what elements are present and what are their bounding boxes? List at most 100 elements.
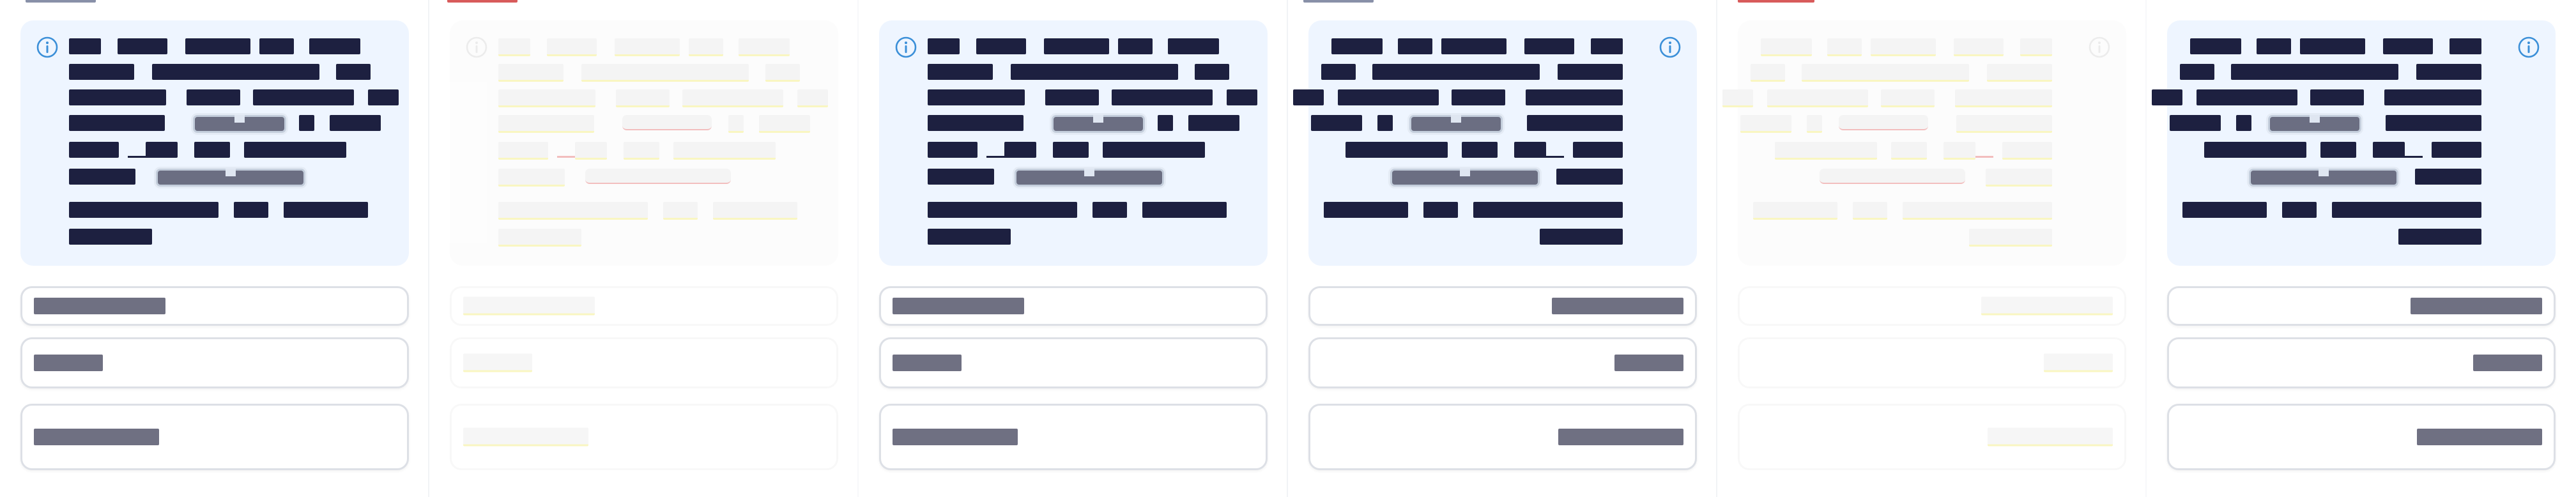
redacted-text-block <box>253 89 354 105</box>
redacted-option-label <box>34 298 165 314</box>
info-circle-icon[interactable] <box>1659 36 1682 59</box>
redacted-text-block <box>673 142 776 160</box>
redacted-text-block <box>330 115 381 131</box>
redacted-text-block <box>1807 115 1822 133</box>
chip-notch <box>234 115 245 123</box>
redacted-inline-chip[interactable] <box>1820 169 1965 184</box>
option-row-1[interactable] <box>1308 286 1697 326</box>
redacted-option-label <box>1614 355 1683 371</box>
redacted-inline-chip[interactable] <box>193 115 286 133</box>
message-card[interactable] <box>1722 20 2126 266</box>
redacted-inline-chip[interactable] <box>1409 115 1503 133</box>
redacted-text-block <box>2416 64 2481 80</box>
redacted-text-block <box>1142 202 1227 218</box>
option-row-2[interactable] <box>879 337 1268 388</box>
redacted-text-block <box>185 38 250 54</box>
option-row-1[interactable] <box>1738 286 2126 326</box>
option-row-1[interactable] <box>20 286 409 326</box>
info-circle-icon[interactable] <box>2088 36 2111 59</box>
redacted-text-block <box>1338 89 1439 105</box>
redacted-text-block <box>2282 202 2317 218</box>
option-row-3[interactable] <box>1738 404 2126 470</box>
message-card[interactable] <box>20 20 409 266</box>
redacted-option-label <box>34 429 159 445</box>
info-circle-icon[interactable] <box>465 36 488 59</box>
panel-column <box>429 0 859 497</box>
message-card[interactable] <box>879 20 1268 266</box>
redacted-option-label <box>2044 353 2113 372</box>
redacted-text-block <box>1943 142 1975 160</box>
panel-column <box>1288 0 1717 497</box>
option-row-3[interactable] <box>20 404 409 470</box>
option-row-3[interactable] <box>879 404 1268 470</box>
redacted-text-block <box>1881 89 1935 107</box>
redacted-text-block <box>689 38 723 56</box>
redacted-text-block <box>2257 38 2291 54</box>
option-row-1[interactable] <box>2167 286 2556 326</box>
redacted-text-block <box>624 142 659 160</box>
redacted-inline-chip[interactable] <box>1390 169 1540 187</box>
redacted-text-block <box>1891 142 1927 160</box>
redacted-text-block <box>1195 64 1229 80</box>
chip-notch <box>226 169 236 176</box>
option-row-2[interactable] <box>1738 337 2126 388</box>
redacted-text-block <box>928 169 994 185</box>
option-row-2[interactable] <box>20 337 409 388</box>
message-card[interactable] <box>450 20 838 266</box>
redacted-underline <box>986 156 1006 158</box>
info-circle-icon[interactable] <box>36 36 59 59</box>
redacted-text-block <box>2002 142 2052 160</box>
redacted-text-block <box>1311 115 1362 131</box>
option-row-3[interactable] <box>1308 404 1697 470</box>
redacted-text-block <box>299 115 314 131</box>
redacted-text-block <box>1346 142 1448 158</box>
redacted-text-block <box>146 142 178 158</box>
redacted-text-block <box>2231 64 2398 80</box>
redacted-option-label <box>893 429 1018 445</box>
option-row-3[interactable] <box>450 404 838 470</box>
redacted-text-block <box>2182 202 2267 218</box>
redacted-text-block <box>368 89 399 105</box>
redacted-text-block <box>1441 38 1506 54</box>
redacted-text-block <box>581 64 749 82</box>
redacted-text-block <box>187 89 240 105</box>
option-row-1[interactable] <box>450 286 838 326</box>
redacted-text-block <box>682 89 783 107</box>
message-card[interactable] <box>2152 20 2556 266</box>
redacted-text-block <box>498 142 548 160</box>
redacted-inline-chip[interactable] <box>585 169 731 184</box>
option-row-1[interactable] <box>879 286 1268 326</box>
redacted-text-block <box>1954 38 2004 56</box>
message-card[interactable] <box>1293 20 1697 266</box>
redacted-inline-chip[interactable] <box>2268 115 2361 133</box>
option-row-2[interactable] <box>450 337 838 388</box>
redacted-text-block <box>1524 38 1574 54</box>
redacted-inline-chip[interactable] <box>622 115 712 130</box>
redacted-text-block <box>928 142 977 158</box>
redacted-inline-chip[interactable] <box>156 169 305 187</box>
redacted-text-block <box>498 64 564 82</box>
option-row-2[interactable] <box>2167 337 2556 388</box>
redacted-inline-chip[interactable] <box>1015 169 1164 187</box>
info-circle-icon[interactable] <box>2517 36 2540 59</box>
redacted-text-block <box>1761 38 1812 56</box>
redacted-inline-chip[interactable] <box>1839 115 1928 130</box>
redacted-inline-chip[interactable] <box>2249 169 2398 187</box>
redacted-text-block <box>69 142 119 158</box>
redacted-text-block <box>1452 89 1505 105</box>
redacted-text-block <box>1558 64 1623 80</box>
redacted-text-block <box>739 38 790 56</box>
redacted-text-block <box>1540 229 1623 245</box>
option-row-3[interactable] <box>2167 404 2556 470</box>
option-row-2[interactable] <box>1308 337 1697 388</box>
info-circle-icon[interactable] <box>894 36 917 59</box>
redacted-text-block <box>928 38 960 54</box>
panel-column <box>0 0 429 497</box>
redacted-text-block <box>2384 89 2481 105</box>
redacted-text-block <box>663 202 698 220</box>
redacted-inline-chip[interactable] <box>1052 115 1145 133</box>
redacted-text-block <box>1331 38 1383 54</box>
redacted-text-block <box>1871 38 1936 56</box>
redacted-text-block <box>1802 64 1969 82</box>
redacted-text-block <box>2204 142 2306 158</box>
